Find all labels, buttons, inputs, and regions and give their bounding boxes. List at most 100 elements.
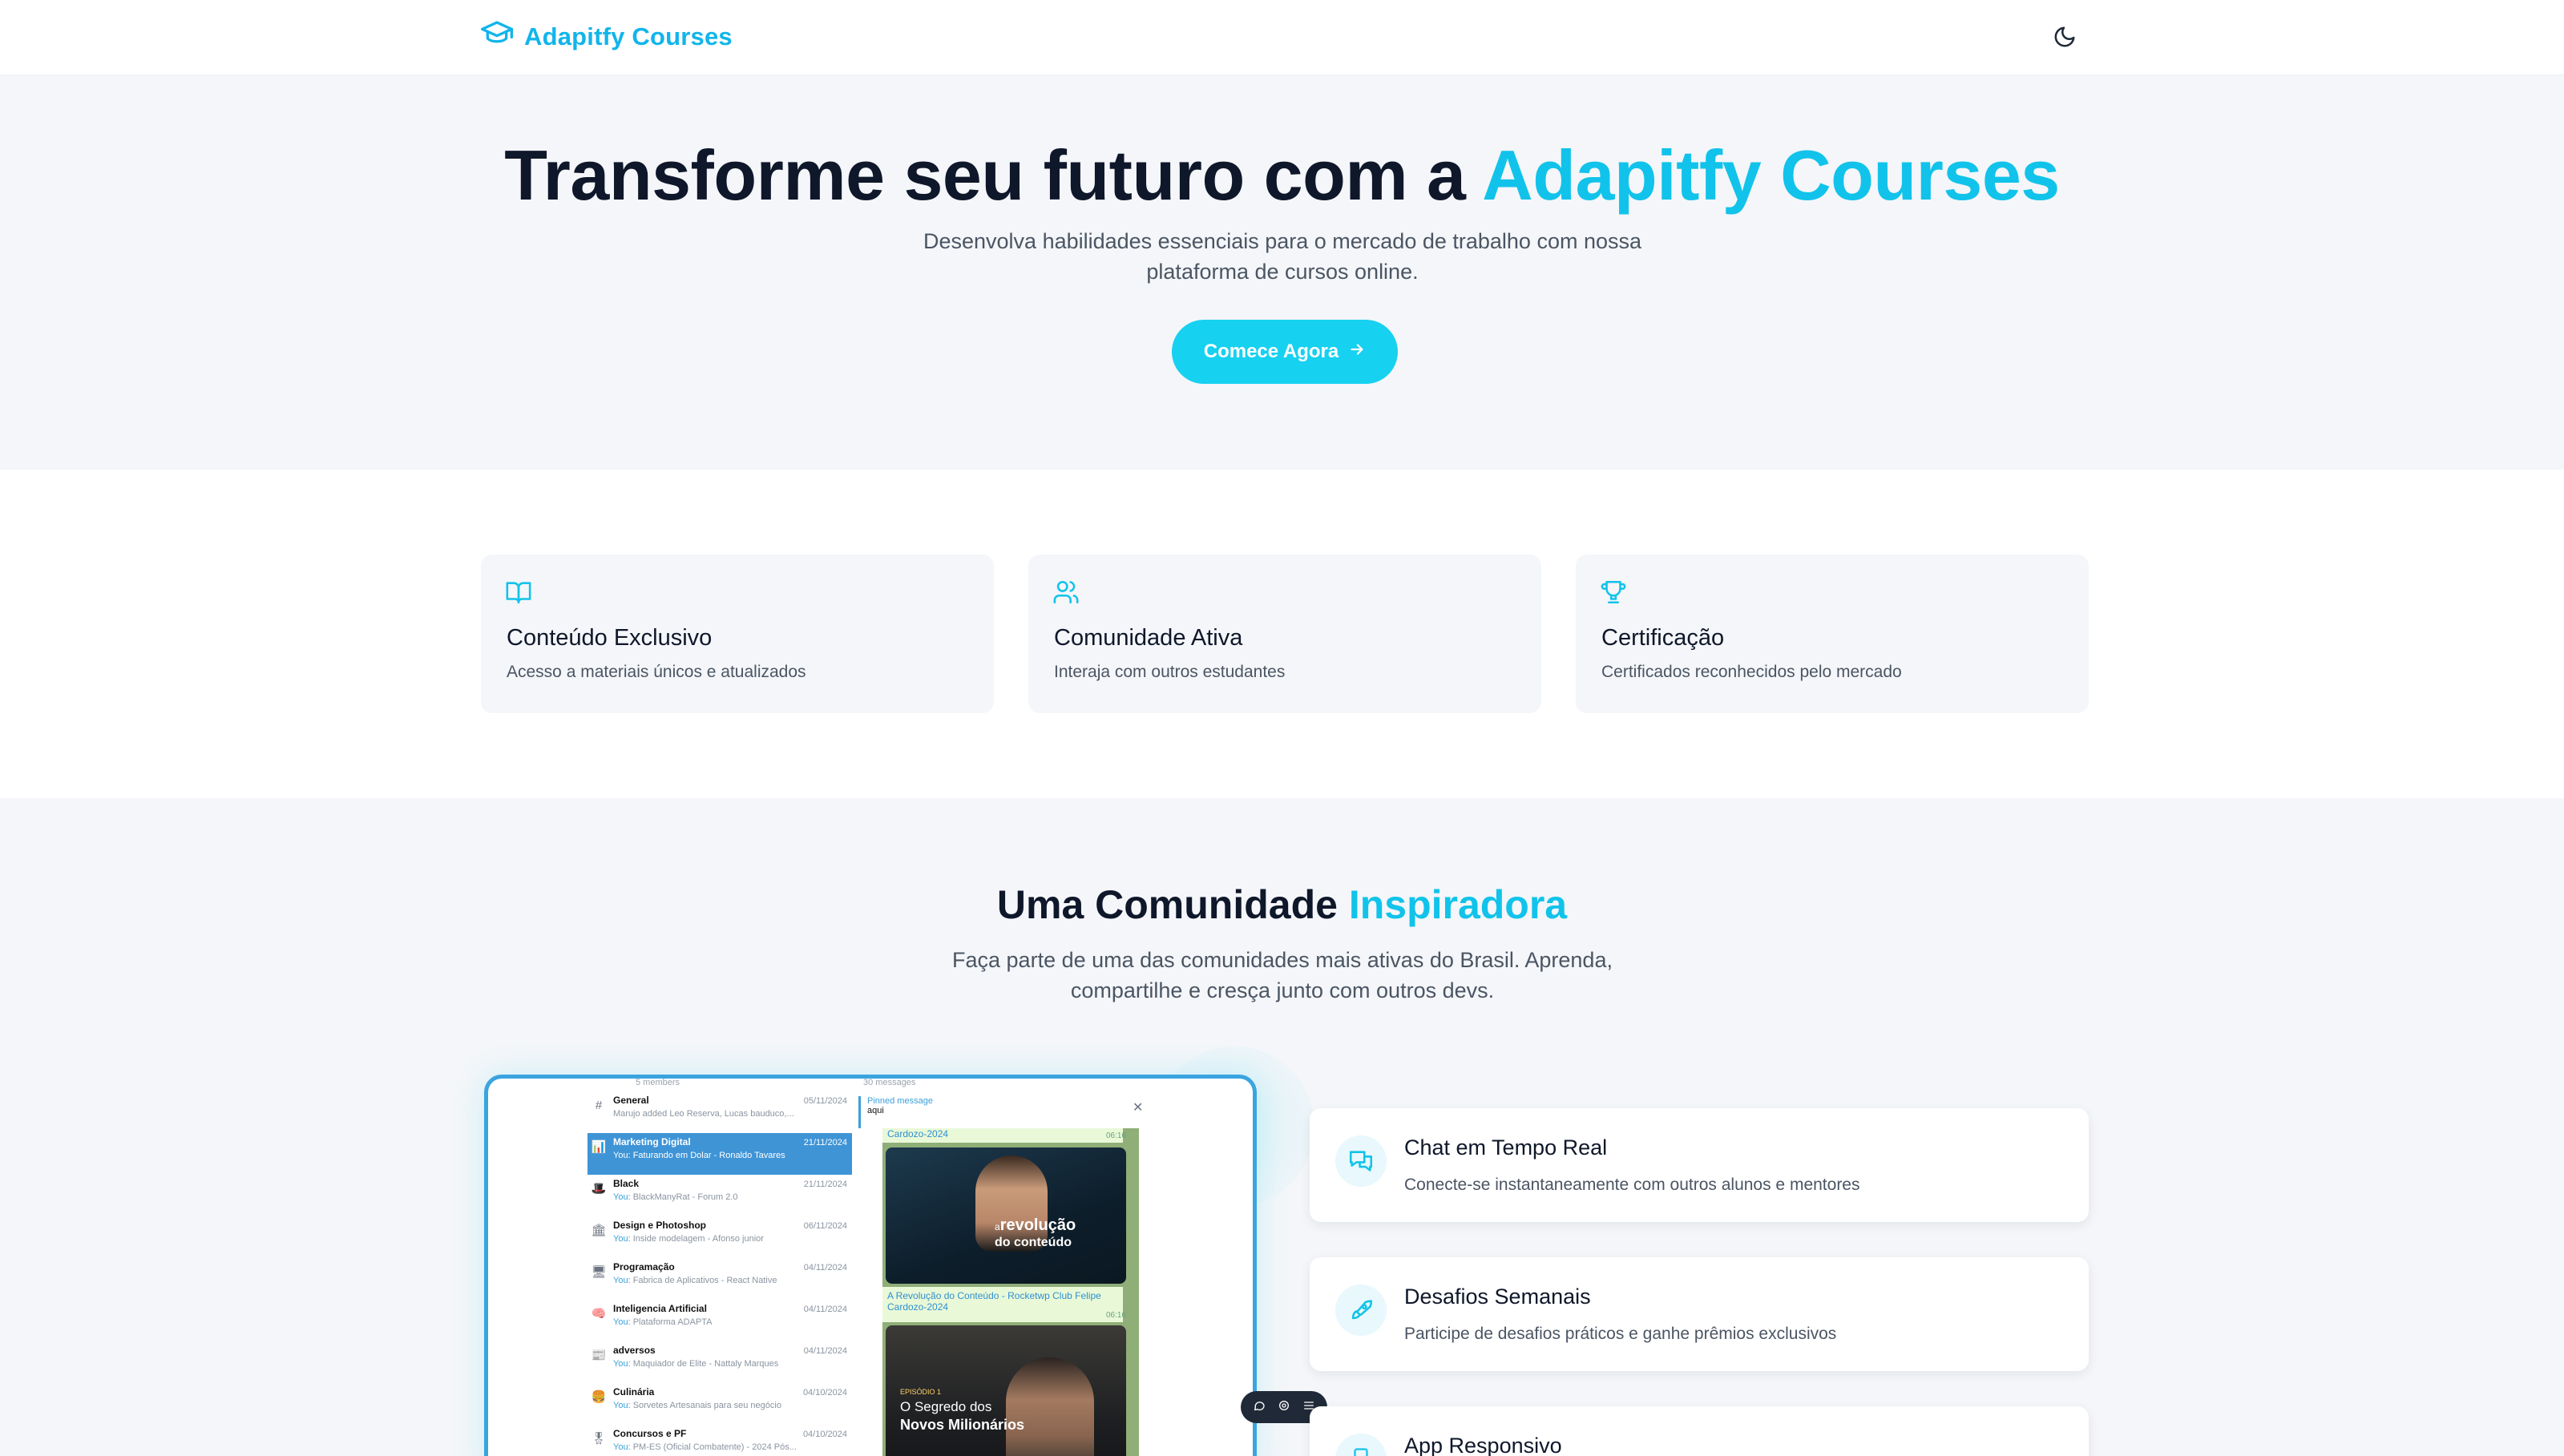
- chat-message-text: Inside modelagem - Afonso junior: [632, 1234, 764, 1244]
- rocket-icon: [1335, 1285, 1387, 1336]
- chat-avatar: 🎩: [591, 1182, 607, 1196]
- thumbnail-title: arevolução do conteúdo: [995, 1216, 1076, 1250]
- start-now-button[interactable]: Comece Agora: [1172, 320, 1398, 384]
- chat-sender: You:: [613, 1234, 631, 1244]
- feature-card-exclusive-content: Conteúdo Exclusivo Acesso a materiais ún…: [481, 555, 994, 713]
- chat-pane: 30 messages Pinned message aqui ✕ Cardoz…: [852, 1078, 1253, 1456]
- chat-list-item[interactable]: 🖥 Programação 04/11/2024 You: Fabrica de Ap…: [587, 1258, 852, 1300]
- chat-message-text: BlackManyRat - Forum 2.0: [632, 1192, 738, 1202]
- chat-background: Cardozo-2024 06:16 arevolução do conteúd…: [882, 1128, 1139, 1456]
- chat-last-message: You: Faturando em Dolar - Ronaldo Tavare…: [613, 1151, 849, 1160]
- pane-header: 30 messages: [863, 1078, 916, 1087]
- feature-description: Acesso a materiais únicos e atualizados: [507, 663, 806, 681]
- chat-message-text: Maquiador de Elite - Nattaly Marques: [632, 1359, 779, 1369]
- message-time: 06:16: [1105, 1131, 1126, 1140]
- chat-list-item[interactable]: 🍔 Culinária 04/10/2024 You: Sorvetes Artesa…: [587, 1383, 852, 1425]
- chat-date: 04/11/2024: [803, 1263, 847, 1272]
- thumbnail-title-c: do conteúdo: [995, 1236, 1072, 1249]
- community-card-weekly-challenges: Desafios Semanais Participe de desafios …: [1310, 1257, 2089, 1371]
- chat-message-text: Faturando em Dolar - Ronaldo Tavares: [632, 1151, 785, 1160]
- chat-sender: You:: [613, 1276, 631, 1285]
- trophy-icon: [1600, 579, 1627, 606]
- chat-avatar: 📊: [591, 1140, 607, 1154]
- chat-date: 05/11/2024: [803, 1096, 847, 1106]
- chat-avatar: #: [595, 1099, 603, 1112]
- chat-avatar: 📰: [591, 1349, 607, 1362]
- chat-last-message: You: Maquiador de Elite - Nattaly Marque…: [613, 1359, 849, 1369]
- episode-label: EPISÓDIO 1: [900, 1388, 942, 1396]
- pinned-message[interactable]: Pinned message aqui: [858, 1096, 1147, 1128]
- message-caption: Cardozo-2024: [882, 1128, 1123, 1143]
- chat-message-text: Sorvetes Artesanais para seu negócio: [632, 1401, 781, 1410]
- community-card-realtime-chat: Chat em Tempo Real Conecte-se instantane…: [1310, 1108, 2089, 1222]
- chat-last-message: You: Inside modelagem - Afonso junior: [613, 1234, 849, 1244]
- card-title: Chat em Tempo Real: [1404, 1135, 1608, 1160]
- brand-logo[interactable]: Adapitfy Courses: [481, 21, 733, 52]
- features-section: Conteúdo Exclusivo Acesso a materiais ún…: [0, 470, 2564, 798]
- chat-avatar: 🖥: [591, 1265, 607, 1279]
- chat-list-item[interactable]: 📊 Marketing Digital 21/11/2024 You: Faturan…: [587, 1133, 852, 1175]
- chat-bubbles-icon: [1335, 1135, 1387, 1187]
- smartphone-icon: [1335, 1434, 1387, 1456]
- chat-sender: You:: [613, 1359, 631, 1369]
- chat-date: 04/10/2024: [802, 1388, 847, 1398]
- card-description: Participe de desafios práticos e ganhe p…: [1404, 1325, 1837, 1343]
- video-thumbnail[interactable]: EPISÓDIO 1 O Segredo dos Novos Milionári…: [886, 1325, 1126, 1456]
- chat-date: 21/11/2024: [803, 1180, 847, 1189]
- community-title: Uma Comunidade Inspiradora: [0, 881, 2564, 928]
- chat-last-message: You: Fabrica de Aplicativos - React Nati…: [613, 1276, 849, 1285]
- chat-list-item[interactable]: 🎩 Black 21/11/2024 You: BlackManyRat - Foru…: [587, 1175, 852, 1216]
- pinned-text: aqui: [867, 1106, 884, 1115]
- chat-list-item[interactable]: 🏛 Design e Photoshop 06/11/2024 You: Inside…: [587, 1216, 852, 1258]
- message-time: 06:16: [1105, 1311, 1126, 1320]
- chat-list: 5 members # General 05/11/2024 Marujo adde…: [587, 1079, 852, 1456]
- hero-section: Transforme seu futuro com a Adapitfy Cou…: [0, 75, 2564, 470]
- feature-card-certification: Certificação Certificados reconhecidos p…: [1576, 555, 2089, 713]
- chat-avatar: 🍔: [591, 1390, 607, 1404]
- chat-sender: You:: [613, 1192, 631, 1202]
- card-title: App Responsivo: [1404, 1434, 1562, 1456]
- chat-avatar: 🧠: [591, 1307, 607, 1321]
- feature-card-active-community: Comunidade Ativa Interaja com outros est…: [1028, 555, 1541, 713]
- theme-toggle-button[interactable]: [2049, 22, 2081, 54]
- chat-date: 04/11/2024: [803, 1305, 847, 1314]
- card-description: Conecte-se instantaneamente com outros a…: [1404, 1176, 1860, 1194]
- message-caption: A Revolução do Conteúdo - Rocketwp Club …: [882, 1287, 1123, 1322]
- chat-message-text: Marujo added Leo Reserva, Lucas bauduco,…: [613, 1109, 794, 1119]
- pinned-label: Pinned message: [867, 1096, 933, 1106]
- hero-title-accent: Adapitfy Courses: [1482, 135, 2060, 215]
- card-title: Desafios Semanais: [1404, 1285, 1591, 1309]
- eye-icon[interactable]: [1278, 1399, 1290, 1416]
- feature-description: Certificados reconhecidos pelo mercado: [1601, 663, 1902, 681]
- feature-description: Interaja com outros estudantes: [1054, 663, 1286, 681]
- community-section: Uma Comunidade Inspiradora Faça parte de…: [0, 798, 2564, 1456]
- community-title-accent: Inspiradora: [1348, 882, 1568, 927]
- brand-name: Adapitfy Courses: [524, 22, 733, 50]
- chat-sender: You:: [613, 1442, 631, 1452]
- chat-list-item[interactable]: # General 05/11/2024 Marujo added Leo Rese…: [587, 1091, 852, 1133]
- chat-date: 06/11/2024: [803, 1221, 847, 1231]
- chat-list-item[interactable]: 🎖 Concursos e PF 04/10/2024 You: PM-ES (Ofi…: [587, 1425, 852, 1456]
- video-thumbnail[interactable]: arevolução do conteúdo: [886, 1147, 1126, 1284]
- chat-sender: You:: [613, 1151, 631, 1160]
- close-icon[interactable]: ✕: [1133, 1099, 1143, 1115]
- book-open-icon: [505, 579, 532, 606]
- chat-icon[interactable]: [1253, 1399, 1266, 1416]
- feature-title: Certificação: [1601, 625, 1725, 651]
- thumbnail-title-b: revolução: [999, 1216, 1076, 1234]
- community-subtitle: Faça parte de uma das comunidades mais a…: [952, 948, 1613, 1002]
- chat-list-item[interactable]: 🧠 Inteligencia Artificial 04/11/2024 You: P…: [587, 1300, 852, 1341]
- episode-title-line2: Novos Milionários: [900, 1417, 1025, 1433]
- chat-app-mockup: 5 members # General 05/11/2024 Marujo adde…: [484, 1075, 1257, 1456]
- chat-list-item[interactable]: 📰 adversos 04/11/2024 You: Maquiador de Eli…: [587, 1341, 852, 1383]
- chat-date: 04/11/2024: [803, 1346, 847, 1356]
- feature-title: Conteúdo Exclusivo: [507, 625, 713, 651]
- users-icon: [1052, 579, 1080, 606]
- chat-message-text: Plataforma ADAPTA: [632, 1317, 713, 1327]
- top-navbar: Adapitfy Courses: [0, 0, 2564, 75]
- chat-avatar: 🏛: [591, 1224, 607, 1237]
- chat-last-message: Marujo added Leo Reserva, Lucas bauduco,…: [613, 1109, 849, 1119]
- chat-last-message: You: BlackManyRat - Forum 2.0: [613, 1192, 849, 1202]
- feature-title: Comunidade Ativa: [1054, 625, 1243, 651]
- hero-subtitle: Desenvolva habilidades essenciais para o…: [923, 229, 1642, 284]
